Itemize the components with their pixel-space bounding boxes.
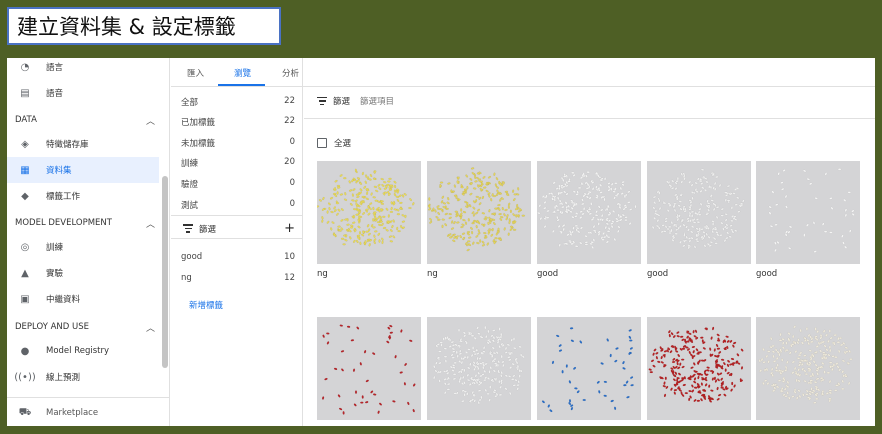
sidebar-item-label: 訓練	[46, 243, 64, 253]
particle-photo	[322, 324, 416, 415]
particle-photo	[317, 168, 415, 247]
sidebar-item-feature-store[interactable]: ◈ 特徵儲存庫	[7, 131, 159, 157]
count-row-all[interactable]: 全部 22	[181, 96, 295, 110]
vertex-ai-console: ◔ 語言 ▤ 語音 DATA ︿ ◈ 特徵儲存庫 ▦ 資料集 ◆ 標籤工作 MO…	[7, 58, 875, 426]
broadcast-icon: ((•))	[14, 371, 36, 383]
add-label-link[interactable]: 新增標籤	[189, 299, 223, 311]
select-all-checkbox[interactable]	[317, 138, 327, 148]
training-icon: ◎	[20, 241, 30, 253]
sidebar-item-label: 資料集	[46, 166, 72, 176]
sidebar-item-model-registry[interactable]: ● Model Registry	[7, 338, 159, 364]
feature-store-icon: ◈	[21, 138, 29, 150]
sidebar-item-marketplace[interactable]: ⛟ Marketplace	[7, 400, 159, 426]
slide-title: 建立資料集 & 設定標籤	[7, 7, 281, 45]
image-label-caption: good	[756, 269, 778, 279]
image-thumbnail[interactable]	[427, 317, 531, 420]
particle-photo	[427, 167, 526, 252]
image-thumbnail[interactable]	[537, 317, 641, 420]
chevron-up-icon: ︿	[145, 323, 155, 334]
lightbulb-icon: ●	[20, 345, 30, 357]
right-divider	[304, 118, 875, 119]
sidebar-item-label: 標籤工作	[46, 192, 81, 202]
sidebar-item-label: 特徵儲存庫	[46, 140, 89, 150]
sidebar-item-language[interactable]: ◔ 語言	[7, 58, 159, 80]
particle-photo	[537, 171, 637, 249]
metadata-icon: ▣	[20, 293, 30, 305]
sidebar-item-labeling-tasks[interactable]: ◆ 標籤工作	[7, 183, 159, 209]
sidebar-item-label: 線上預測	[46, 373, 81, 383]
chevron-up-icon: ︿	[145, 116, 155, 127]
label-row-good[interactable]: good 10	[181, 252, 295, 266]
experiment-flask-icon: ▲	[21, 267, 29, 279]
dataset-icon: ▦	[20, 164, 30, 176]
image-thumbnail[interactable]	[537, 161, 641, 264]
image-filter-bar[interactable]: 篩選 篩選項目	[317, 95, 394, 107]
speech-icon: ▤	[20, 87, 30, 99]
chevron-up-icon: ︿	[145, 219, 155, 230]
image-label-caption: ng	[317, 269, 328, 279]
count-row-validation[interactable]: 驗證 0	[181, 178, 295, 192]
image-thumbnail[interactable]	[317, 317, 421, 420]
filter-icon	[317, 96, 327, 106]
sidebar-item-experiments[interactable]: ▲ 實驗	[7, 260, 159, 286]
add-label-plus-icon[interactable]: +	[284, 221, 295, 236]
count-row-unlabeled[interactable]: 未加標籤 0	[181, 137, 295, 151]
sidebar-item-label: 中繼資料	[46, 295, 81, 305]
image-thumbnail[interactable]	[647, 317, 751, 420]
image-label-caption: good	[647, 269, 669, 279]
count-row-labeled[interactable]: 已加標籤 22	[181, 116, 295, 130]
image-thumbnail[interactable]	[756, 161, 860, 264]
count-row-test[interactable]: 測試 0	[181, 199, 295, 213]
sidebar-divider	[7, 397, 169, 398]
sidebar-item-label: 實驗	[46, 269, 64, 279]
label-row-ng[interactable]: ng 12	[181, 273, 295, 287]
image-thumbnail[interactable]	[756, 317, 860, 420]
marketplace-cart-icon: ⛟	[18, 406, 32, 418]
section-deploy-header[interactable]: DEPLOY AND USE ︿	[15, 317, 155, 337]
sidebar-item-speech[interactable]: ▤ 語音	[7, 80, 159, 106]
sidebar-item-label: 語言	[46, 63, 64, 73]
section-model-dev-header[interactable]: MODEL DEVELOPMENT ︿	[15, 213, 155, 233]
image-label-caption: good	[537, 269, 559, 279]
image-thumbnail[interactable]	[427, 161, 531, 264]
sidebar-item-online-prediction[interactable]: ((•)) 線上預測	[7, 364, 159, 390]
sidebar: ◔ 語言 ▤ 語音 DATA ︿ ◈ 特徵儲存庫 ▦ 資料集 ◆ 標籤工作 MO…	[7, 58, 170, 426]
particle-photo	[768, 168, 855, 253]
label-stats-panel	[171, 58, 303, 426]
image-label-caption: ng	[427, 269, 438, 279]
label-tag-icon: ◆	[21, 190, 29, 202]
sidebar-item-metadata[interactable]: ▣ 中繼資料	[7, 286, 159, 312]
sidebar-item-label: Model Registry	[46, 346, 110, 356]
particle-photo	[648, 326, 744, 403]
sidebar-scrollbar[interactable]	[162, 176, 168, 368]
panel-divider	[171, 215, 303, 216]
particle-photo	[651, 168, 745, 250]
sidebar-item-training[interactable]: ◎ 訓練	[7, 234, 159, 260]
sidebar-item-label: 語音	[46, 89, 64, 99]
select-all-row[interactable]: 全選	[317, 137, 351, 149]
filter-icon	[183, 224, 193, 233]
particle-photo	[758, 325, 853, 404]
panel-divider	[171, 238, 303, 239]
filter-items-placeholder[interactable]: 篩選項目	[360, 95, 394, 107]
particle-photo	[541, 327, 634, 413]
sidebar-item-label: Marketplace	[46, 408, 99, 418]
count-row-training[interactable]: 訓練 20	[181, 157, 295, 171]
sidebar-item-datasets[interactable]: ▦ 資料集	[7, 157, 159, 183]
image-thumbnail[interactable]	[647, 161, 751, 264]
language-icon: ◔	[20, 61, 30, 73]
label-filter-row[interactable]: 篩選 +	[183, 221, 295, 236]
image-thumbnail[interactable]	[317, 161, 421, 264]
particle-photo	[433, 325, 525, 405]
section-data-header[interactable]: DATA ︿	[15, 110, 155, 130]
